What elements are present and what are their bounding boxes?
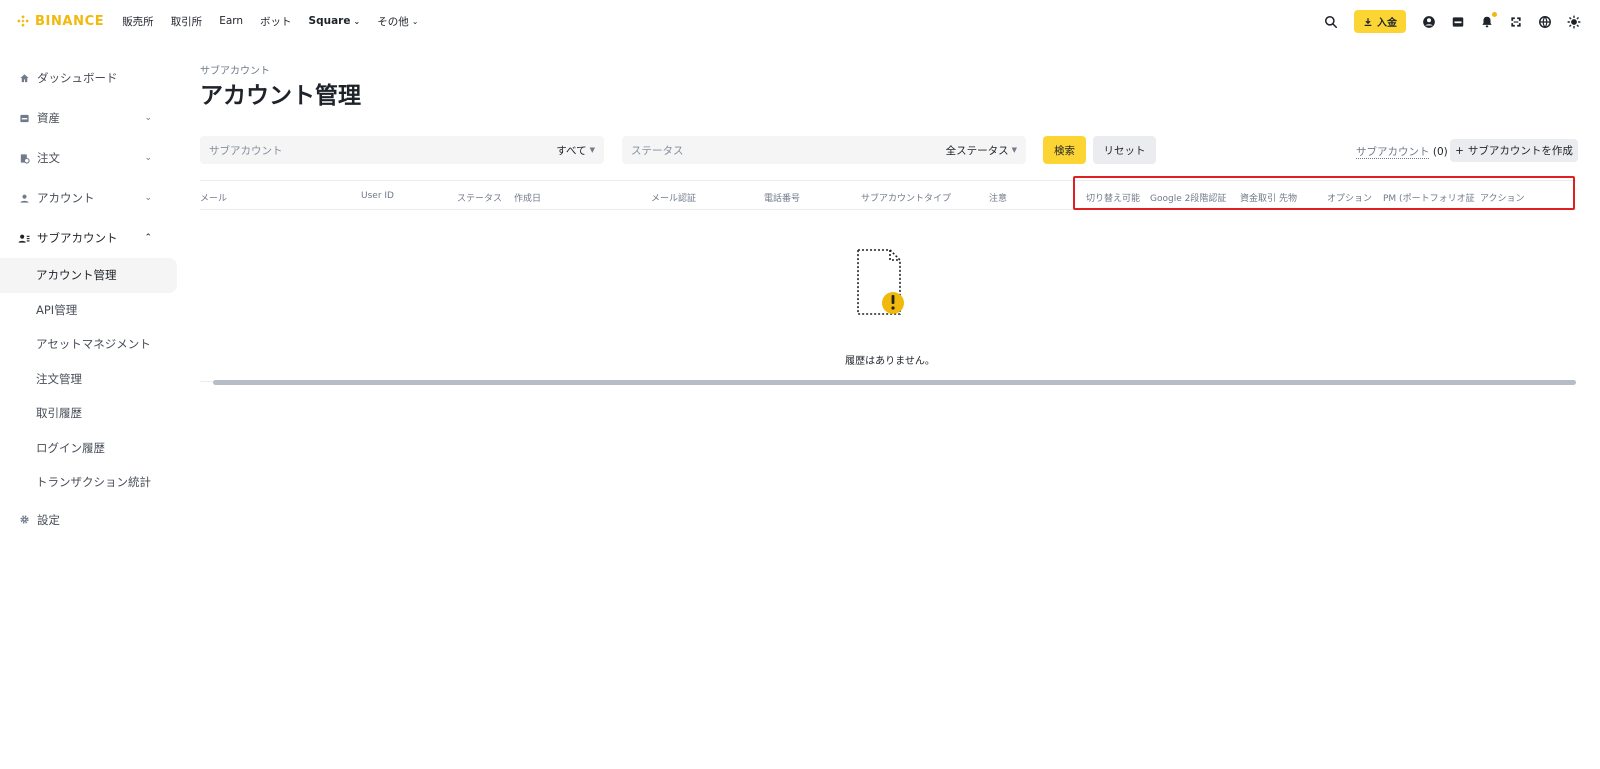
column-header: メール認証 [651, 194, 697, 204]
scan-icon[interactable] [1508, 14, 1524, 30]
sidebar-subitem-label: ログイン履歴 [36, 440, 105, 455]
sidebar-subitem-account-management[interactable]: アカウント管理 [0, 258, 177, 293]
chevron-down-icon: ⌄ [353, 16, 361, 26]
sidebar-item-settings[interactable]: 設定 [0, 500, 178, 540]
page-title: アカウント管理 [200, 83, 361, 109]
home-icon [18, 72, 30, 84]
nav-item-hanbaisho[interactable]: 販売所 [122, 14, 154, 29]
column-header: 作成日 [514, 194, 542, 204]
sidebar-subitem-label: アカウント管理 [36, 268, 117, 283]
sidebar-subitem-label: API管理 [36, 302, 78, 317]
column-header: メール [200, 194, 228, 204]
sidebar-subitem-label: 注文管理 [36, 371, 82, 386]
nav-label: Earn [219, 15, 244, 27]
subaccount-filter[interactable]: サブアカウント すべて ▼ [200, 136, 604, 164]
sidebar-subitem-label: 取引履歴 [36, 406, 82, 421]
header-actions: 入金 [1323, 10, 1582, 33]
sidebar-item-subaccount[interactable]: サブアカウント ⌃ [0, 218, 178, 258]
binance-logo[interactable]: BINANCE [16, 14, 104, 29]
theme-icon[interactable] [1566, 14, 1582, 30]
column-header: 注意 [989, 194, 1008, 204]
sidebar-subitem-api-management[interactable]: API管理 [0, 293, 178, 328]
nav-item-torihikisho[interactable]: 取引所 [171, 14, 203, 29]
sidebar-item-assets[interactable]: 資産 ⌄ [0, 98, 178, 138]
subaccount-count-link[interactable]: サブアカウント [1356, 146, 1430, 158]
reset-button[interactable]: リセット [1093, 136, 1156, 164]
empty-document-icon [857, 249, 904, 315]
create-subaccount-label: サブアカウントを作成 [1467, 145, 1573, 157]
sidebar-item-label: 設定 [37, 512, 60, 527]
empty-state-text: 履歴はありません。 [845, 356, 935, 367]
sidebar-item-label: 注文 [37, 151, 60, 165]
column-header: User ID [361, 191, 394, 201]
nav-item-bot[interactable]: ボット [260, 14, 292, 29]
deposit-label: 入金 [1377, 18, 1397, 29]
status-filter-value: 全ステータス [945, 144, 1009, 157]
column-header: ステータス [457, 194, 503, 204]
column-header: サブアカウントタイプ [861, 194, 952, 204]
sidebar-subitem-order-management[interactable]: 注文管理 [0, 362, 178, 397]
wallet-icon [18, 112, 30, 124]
horizontal-scrollbar[interactable] [213, 380, 1576, 385]
nav-item-earn[interactable]: Earn [219, 15, 243, 27]
sidebar-subitem-login-history[interactable]: ログイン履歴 [0, 431, 178, 466]
sidebar-item-account[interactable]: アカウント ⌄ [0, 178, 178, 218]
chevron-down-icon: ⌄ [144, 193, 152, 203]
order-icon [18, 152, 30, 164]
highlight-box [1073, 176, 1575, 210]
deposit-button[interactable]: 入金 [1354, 10, 1406, 33]
binance-logo-icon [17, 15, 29, 27]
sidebar: ダッシュボード 資産 ⌄ 注文 ⌄ アカウント ⌄ サブアカウント ⌃ アカウン… [0, 58, 178, 540]
globe-icon[interactable] [1537, 14, 1553, 30]
sidebar-subitem-transaction-stats[interactable]: トランザクション統計 [0, 465, 178, 500]
nav-item-square[interactable]: Square ⌄ [309, 15, 361, 27]
sidebar-subitem-label: アセットマネジメント [36, 337, 151, 352]
create-subaccount-button[interactable]: + サブアカウントを作成 [1450, 139, 1578, 162]
subaccount-filter-select[interactable]: すべて ▼ [556, 143, 595, 158]
logo-text: BINANCE [35, 13, 105, 29]
wallet-icon[interactable] [1450, 14, 1466, 30]
sidebar-item-label: ダッシュボード [37, 71, 118, 85]
subaccount-count: サブアカウント (0) [1356, 144, 1448, 159]
sidebar-item-label: アカウント [37, 191, 95, 205]
plus-icon: + [1455, 144, 1464, 157]
nav-label: 取引所 [170, 15, 203, 28]
breadcrumb[interactable]: サブアカウント [200, 62, 270, 77]
sidebar-item-orders[interactable]: 注文 ⌄ [0, 138, 178, 178]
chevron-down-icon: ⌄ [411, 16, 419, 26]
subaccount-filter-value: すべて [556, 144, 587, 157]
download-icon [1364, 17, 1372, 26]
sidebar-item-label: サブアカウント [37, 231, 118, 245]
gear-icon [18, 514, 30, 526]
sidebar-item-dashboard[interactable]: ダッシュボード [0, 58, 178, 98]
nav-label: その他 [377, 15, 409, 28]
nav-label: ボット [260, 15, 292, 28]
sub-account-icon [18, 232, 30, 244]
nav-label: 販売所 [122, 15, 154, 28]
sidebar-item-label: 資産 [37, 111, 60, 125]
sidebar-subitem-asset-management[interactable]: アセットマネジメント [0, 327, 178, 362]
top-navbar: BINANCE 販売所 取引所 Earn ボット Square ⌄ その他 ⌄ 入金 [0, 0, 1600, 42]
sidebar-subitem-label: トランザクション統計 [36, 475, 151, 490]
caret-down-icon: ▼ [589, 146, 595, 154]
chevron-up-icon: ⌃ [144, 233, 152, 243]
status-filter-placeholder: ステータス [631, 144, 684, 157]
column-header: 電話番号 [764, 194, 801, 204]
caret-down-icon: ▼ [1011, 146, 1017, 154]
notification-dot [1492, 11, 1497, 17]
chevron-down-icon: ⌄ [144, 113, 152, 123]
status-filter[interactable]: ステータス 全ステータス ▼ [622, 136, 1026, 164]
nav-item-more[interactable]: その他 ⌄ [377, 14, 418, 29]
status-filter-select[interactable]: 全ステータス ▼ [946, 143, 1017, 158]
subaccount-count-value: (0) [1432, 146, 1448, 158]
user-icon [18, 192, 30, 204]
user-icon[interactable] [1421, 14, 1437, 30]
nav-label: Square [308, 15, 351, 27]
bell-icon[interactable] [1479, 11, 1497, 30]
sidebar-subitem-trade-history[interactable]: 取引履歴 [0, 396, 178, 431]
search-icon[interactable] [1323, 14, 1339, 30]
chevron-down-icon: ⌄ [144, 153, 152, 163]
subaccount-filter-placeholder: サブアカウント [209, 144, 283, 157]
search-button[interactable]: 検索 [1043, 136, 1086, 164]
